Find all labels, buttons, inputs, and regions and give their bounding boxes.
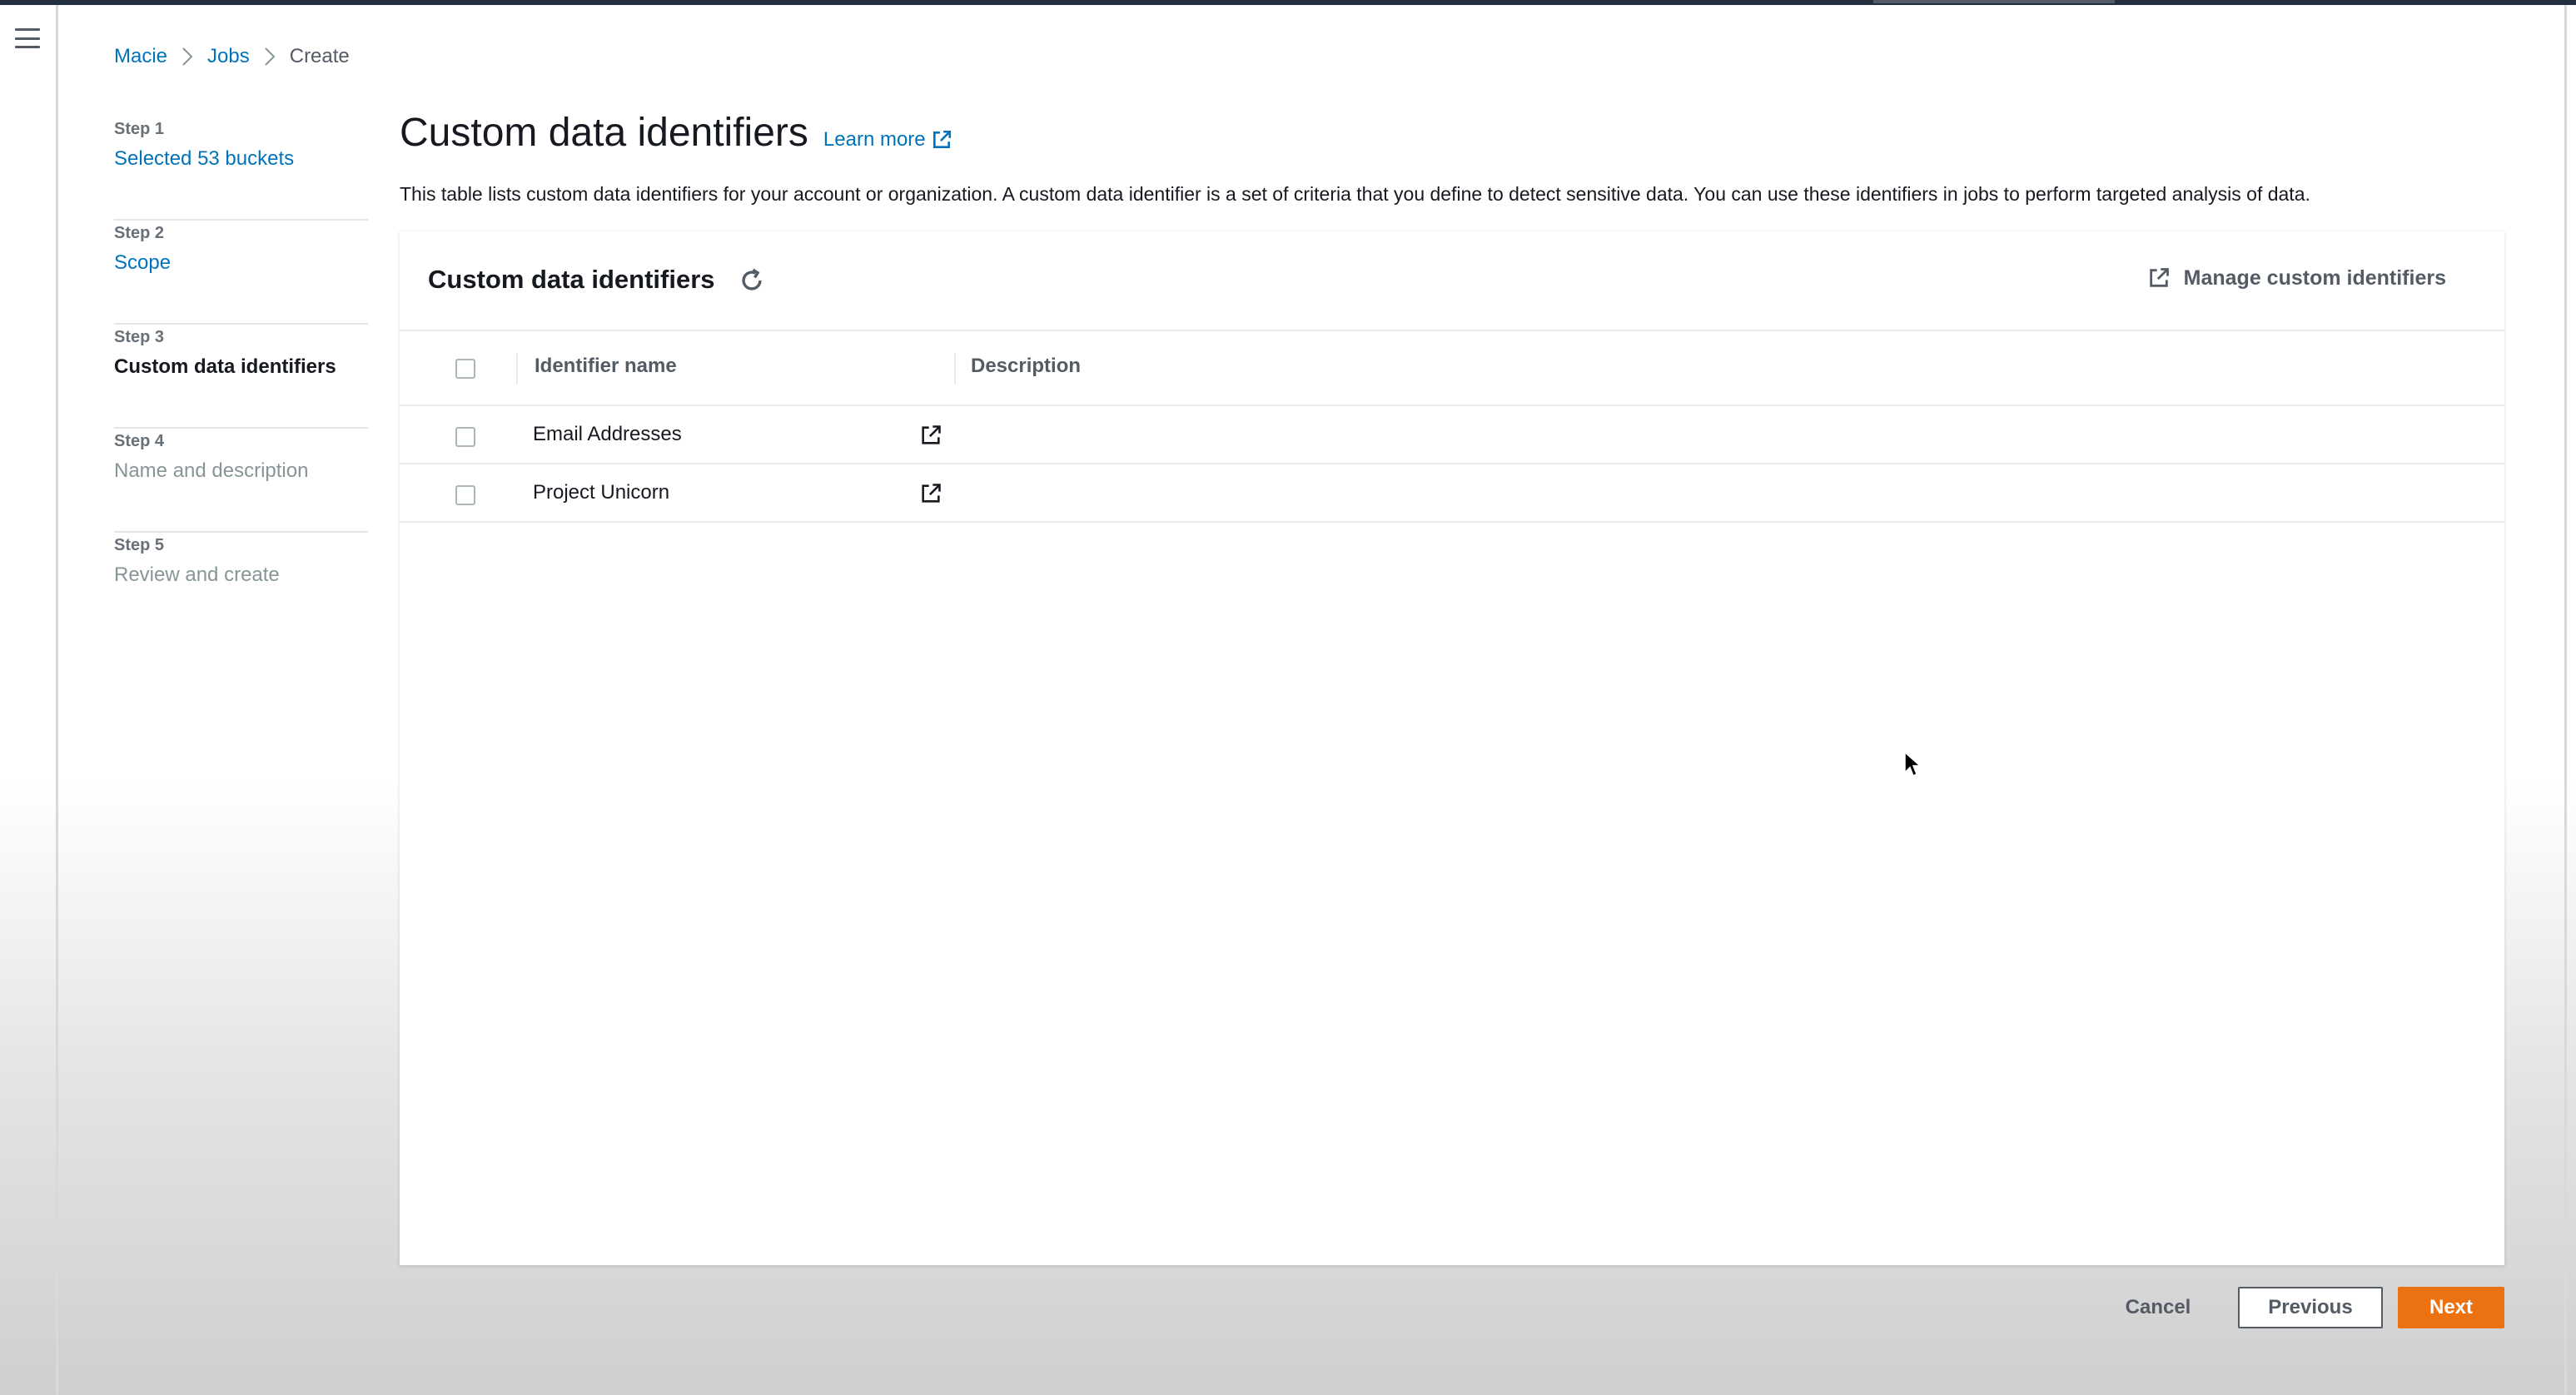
external-link-icon[interactable]: [919, 482, 942, 505]
external-link-icon[interactable]: [919, 424, 942, 447]
learn-more-label: Learn more: [823, 128, 926, 151]
table-header: Custom data identifiers Manage custom id…: [400, 231, 2504, 331]
step-2: Step 2 Scope: [114, 221, 368, 325]
step-number: Step 1: [114, 120, 165, 138]
column-divider: [954, 353, 956, 385]
row-checkbox[interactable]: [455, 485, 475, 505]
top-bar: [0, 0, 2576, 5]
step-number: Step 4: [114, 432, 165, 450]
step-1-link[interactable]: Selected 53 buckets: [114, 147, 368, 171]
wizard-steps: Step 1 Selected 53 buckets Step 2 Scope …: [114, 117, 368, 637]
identifier-name: Email Addresses: [533, 423, 682, 445]
menu-icon[interactable]: [15, 28, 40, 48]
right-edge-panel: [2564, 5, 2576, 1395]
row-checkbox[interactable]: [455, 427, 475, 447]
table-title: Custom data identifiers: [428, 265, 715, 294]
top-bar-accent: [1873, 0, 2115, 3]
manage-custom-identifiers-button[interactable]: Manage custom identifiers: [2147, 260, 2446, 296]
table-column-headers: Identifier name Description: [400, 331, 2504, 406]
table-row: Email Addresses: [400, 406, 2504, 464]
external-link-icon: [2149, 268, 2169, 287]
page-description: This table lists custom data identifiers…: [400, 183, 2310, 205]
column-header-description[interactable]: Description: [971, 355, 1081, 378]
step-4: Step 4 Name and description: [114, 429, 368, 533]
step-number: Step 2: [114, 224, 165, 242]
previous-button[interactable]: Previous: [2238, 1287, 2383, 1328]
mouse-cursor-icon: [1904, 751, 1922, 777]
page-title-container: Custom data identifiers Learn more: [400, 110, 952, 156]
step-5-label: Review and create: [114, 563, 280, 586]
refresh-icon[interactable]: [738, 266, 766, 295]
step-4-label: Name and description: [114, 459, 309, 482]
breadcrumb-macie[interactable]: Macie: [114, 45, 167, 68]
step-2-link[interactable]: Scope: [114, 251, 368, 275]
step-3: Step 3 Custom data identifiers: [114, 325, 368, 429]
breadcrumb-jobs[interactable]: Jobs: [207, 45, 250, 68]
next-button[interactable]: Next: [2398, 1287, 2504, 1328]
step-number: Step 3: [114, 328, 165, 346]
navigation-rail: [0, 5, 58, 1395]
select-all-checkbox[interactable]: [455, 359, 475, 379]
table-row: Project Unicorn: [400, 464, 2504, 523]
step-number: Step 5: [114, 536, 165, 554]
step-3-current: Custom data identifiers: [114, 355, 336, 378]
column-divider: [516, 353, 518, 385]
learn-more-link[interactable]: Learn more: [823, 128, 952, 151]
step-1: Step 1 Selected 53 buckets: [114, 117, 368, 221]
column-header-identifier-name[interactable]: Identifier name: [535, 355, 677, 378]
breadcrumb-current: Create: [289, 45, 350, 67]
chevron-right-icon: [250, 47, 290, 67]
external-link-icon: [932, 130, 951, 148]
manage-button-label: Manage custom identifiers: [2183, 266, 2446, 290]
identifier-name: Project Unicorn: [533, 481, 670, 504]
page-title: Custom data identifiers: [400, 111, 808, 155]
breadcrumb: Macie Jobs Create: [114, 42, 350, 72]
chevron-right-icon: [167, 47, 207, 67]
step-5: Step 5 Review and create: [114, 533, 368, 637]
custom-identifiers-table: Custom data identifiers Manage custom id…: [400, 231, 2504, 1265]
cancel-button[interactable]: Cancel: [2106, 1287, 2210, 1328]
